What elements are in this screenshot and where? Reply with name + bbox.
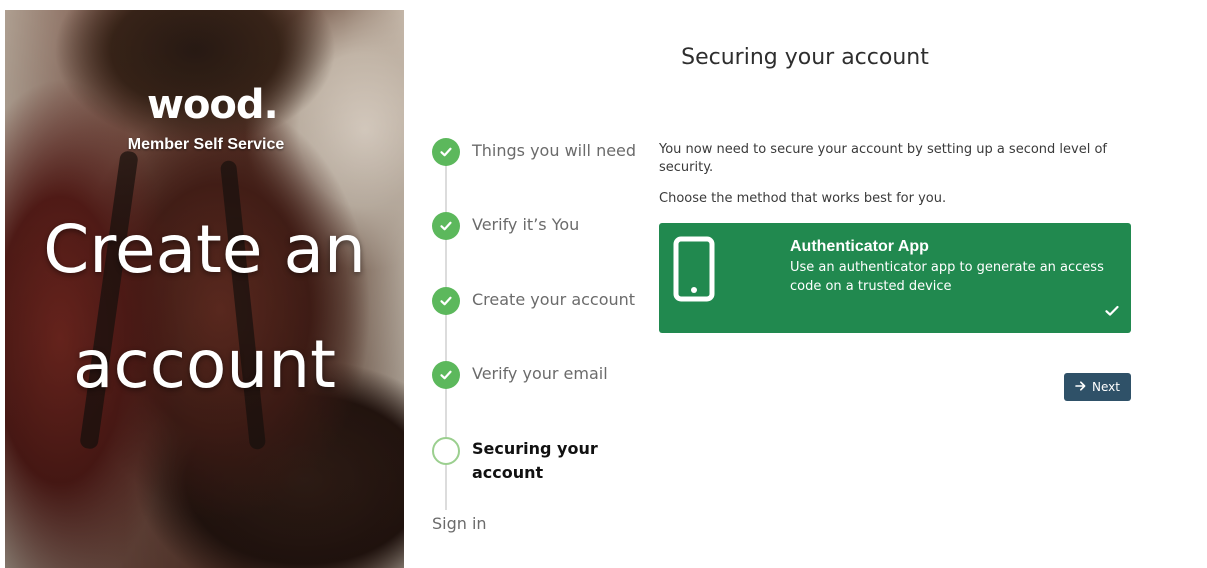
next-button[interactable]: Next bbox=[1064, 373, 1131, 401]
step-securing-your-account: Securing your account bbox=[432, 437, 622, 485]
check-icon bbox=[432, 361, 460, 389]
brand-subtitle: Member Self Service bbox=[127, 136, 285, 153]
hero-panel: wood. Member Self Service Create an acco… bbox=[5, 10, 404, 568]
step-verify-your-email: Verify your email bbox=[432, 361, 608, 389]
choose-method-text: Choose the method that works best for yo… bbox=[659, 191, 947, 206]
hero-title-line1: Create an bbox=[43, 211, 366, 288]
step-label: Verify it’s You bbox=[472, 215, 580, 234]
check-icon bbox=[432, 287, 460, 315]
page-title: Securing your account bbox=[681, 45, 929, 70]
step-verify-its-you: Verify it’s You bbox=[432, 212, 579, 240]
smartphone-icon bbox=[673, 236, 715, 306]
authenticator-app-option[interactable]: Authenticator App Use an authenticator a… bbox=[659, 223, 1131, 333]
option-description: Use an authenticator app to generate an … bbox=[790, 260, 1104, 294]
sign-in-link[interactable]: Sign in bbox=[432, 514, 487, 533]
step-things-you-will-need: Things you will need bbox=[432, 138, 636, 166]
step-create-your-account: Create your account bbox=[432, 287, 635, 315]
step-label: Securing your account bbox=[472, 439, 598, 482]
check-icon bbox=[1105, 302, 1119, 321]
step-label: Things you will need bbox=[472, 141, 637, 160]
check-icon bbox=[432, 138, 460, 166]
intro-text: You now need to secure your account by s… bbox=[659, 142, 1108, 175]
step-label: Verify your email bbox=[472, 364, 608, 383]
next-label: Next bbox=[1092, 380, 1120, 394]
wood-logo: wood. bbox=[147, 82, 279, 128]
arrow-right-icon bbox=[1075, 380, 1086, 394]
step-label: Create your account bbox=[472, 290, 636, 309]
option-title: Authenticator App bbox=[790, 238, 929, 255]
empty-circle-icon bbox=[432, 437, 460, 465]
hero-title-line2: account bbox=[73, 326, 336, 403]
check-icon bbox=[432, 212, 460, 240]
